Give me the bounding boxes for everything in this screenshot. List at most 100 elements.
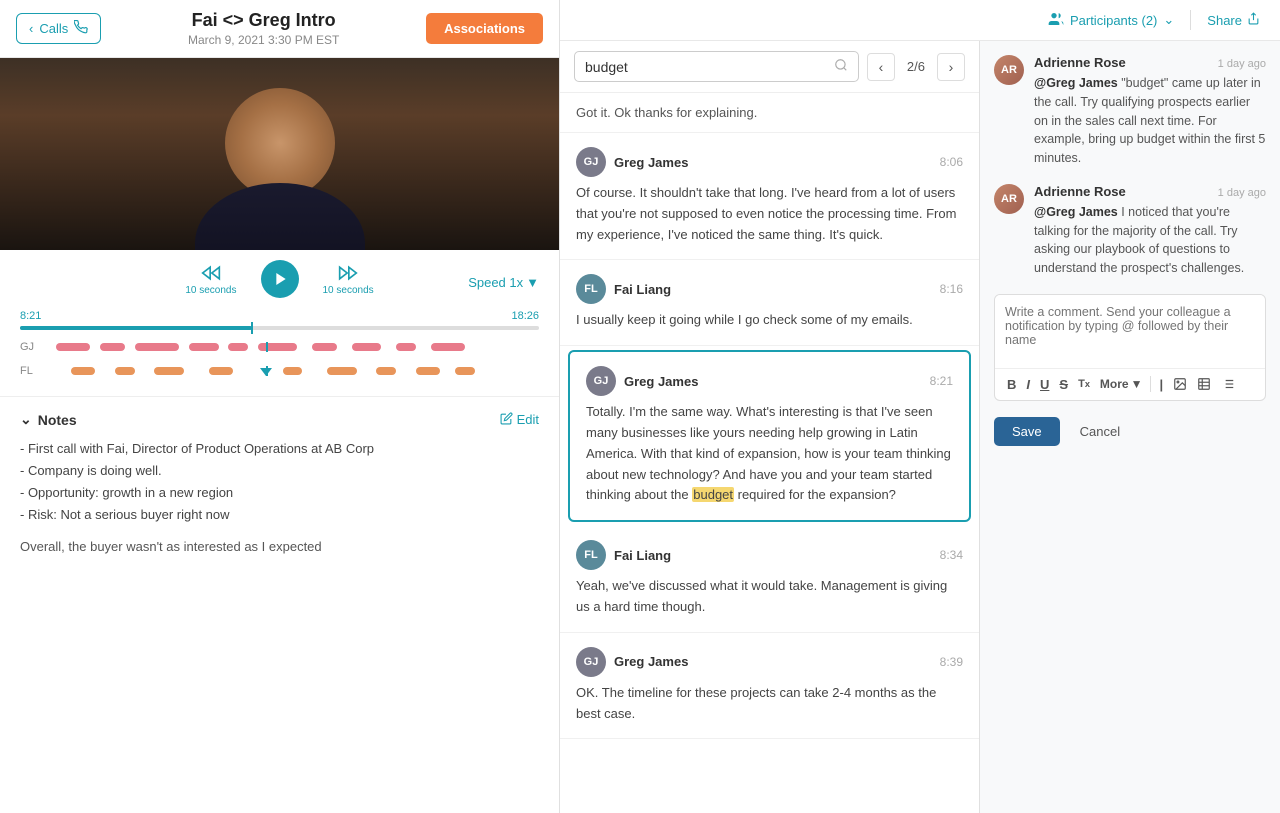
image-button[interactable] (1169, 375, 1191, 393)
msg-time-5: 8:39 (940, 655, 963, 669)
transcript-panel: ‹ 2/6 › Got it. Ok thanks for explaining… (560, 41, 980, 813)
nav-controls: ‹ 2/6 › (867, 53, 965, 81)
edit-button[interactable]: Edit (500, 412, 539, 428)
participants-icon (1048, 11, 1064, 30)
note-line-1: - First call with Fai, Director of Produ… (20, 438, 539, 460)
list-button[interactable] (1217, 375, 1239, 393)
avatar-ar-1: AR (994, 55, 1024, 85)
rewind-button[interactable]: 10 seconds (185, 263, 236, 296)
avatar-gj-3: GJ (586, 366, 616, 396)
call-date: March 9, 2021 3:30 PM EST (117, 33, 410, 47)
call-title: Fai <> Greg Intro (117, 10, 410, 31)
comment-text-2: @Greg James I noticed that you're talkin… (1034, 203, 1266, 278)
participants-button[interactable]: Participants (2) ⌄ (1048, 11, 1174, 30)
strikethrough-button[interactable]: S (1055, 375, 1072, 394)
clear-format-button[interactable]: Tx (1074, 376, 1094, 392)
bold-button[interactable]: B (1003, 375, 1020, 394)
gj-seg-5 (228, 343, 248, 351)
gj-speaker-row: GJ (20, 338, 539, 356)
comments-panel: AR Adrienne Rose 1 day ago @Greg James "… (980, 41, 1280, 813)
more-format-button[interactable]: More ▼ (1096, 375, 1147, 393)
save-button[interactable]: Save (994, 417, 1060, 446)
comment-toolbar: B I U S Tx More ▼ | (995, 368, 1265, 400)
gj-seg-9 (396, 343, 416, 351)
progress-bar[interactable] (20, 326, 539, 330)
msg-name-5: Greg James (614, 654, 932, 669)
avatar-fl-2: FL (576, 274, 606, 304)
msg-header-1: GJ Greg James 8:06 (576, 147, 963, 177)
table-button[interactable] (1193, 375, 1215, 393)
plain-message: Got it. Ok thanks for explaining. (560, 93, 979, 133)
call-title-block: Fai <> Greg Intro March 9, 2021 3:30 PM … (117, 10, 410, 47)
forward-button[interactable]: 10 seconds (323, 263, 374, 296)
nav-count: 2/6 (903, 59, 929, 74)
next-result-button[interactable]: › (937, 53, 965, 81)
avatar-gj-5: GJ (576, 647, 606, 677)
msg-name-2: Fai Liang (614, 282, 932, 297)
chevron-down-icon-more: ▼ (1131, 377, 1143, 391)
gj-seg-7 (312, 343, 337, 351)
fl-seg-6 (327, 367, 357, 375)
phone-icon (74, 20, 88, 37)
msg-header-2: FL Fai Liang 8:16 (576, 274, 963, 304)
fl-seg-5 (283, 367, 303, 375)
msg-header-4: FL Fai Liang 8:34 (576, 540, 963, 570)
content-area: ‹ 2/6 › Got it. Ok thanks for explaining… (560, 41, 1280, 813)
fl-seg-1 (71, 367, 96, 375)
fl-speaker-row: FL (20, 362, 539, 380)
commenter-name-2: Adrienne Rose (1034, 184, 1126, 199)
playback-controls: 10 seconds 10 seconds (185, 260, 373, 298)
share-button[interactable]: Share (1207, 12, 1260, 28)
comment-textarea[interactable] (995, 295, 1265, 365)
msg-time-2: 8:16 (940, 282, 963, 296)
play-button[interactable] (261, 260, 299, 298)
comment-box: B I U S Tx More ▼ | (994, 294, 1266, 401)
person-video (0, 58, 559, 250)
gj-seg-2 (100, 343, 125, 351)
chevron-down-icon-participants: ⌄ (1163, 12, 1174, 28)
avatar-gj-1: GJ (576, 147, 606, 177)
search-input[interactable] (585, 59, 828, 75)
comment-body-2: Adrienne Rose 1 day ago @Greg James I no… (1034, 184, 1266, 278)
msg-time-3: 8:21 (930, 374, 953, 388)
link-button[interactable]: | (1155, 375, 1167, 394)
fl-seg-8 (416, 367, 441, 375)
avatar-ar-2: AR (994, 184, 1024, 214)
search-bar: ‹ 2/6 › (560, 41, 979, 93)
comment-block-2: AR Adrienne Rose 1 day ago @Greg James I… (994, 184, 1266, 278)
gj-playhead (266, 342, 268, 352)
comment-actions: Save Cancel (994, 417, 1266, 446)
msg-name-3: Greg James (624, 374, 922, 389)
italic-button[interactable]: I (1022, 375, 1034, 394)
prev-result-button[interactable]: ‹ (867, 53, 895, 81)
fl-track (46, 366, 539, 376)
fl-seg-9 (455, 367, 475, 375)
progress-fill (20, 326, 252, 330)
msg-header-3: GJ Greg James 8:21 (586, 366, 953, 396)
calls-button[interactable]: ‹ Calls (16, 13, 101, 44)
controls-area: 10 seconds 10 seconds Speed 1x ▼ (0, 250, 559, 310)
transcript-item-1: GJ Greg James 8:06 Of course. It shouldn… (560, 133, 979, 260)
top-bar: ‹ Calls Fai <> Greg Intro March 9, 2021 … (0, 0, 559, 58)
speed-button[interactable]: Speed 1x ▼ (468, 275, 539, 290)
msg-name-1: Greg James (614, 155, 932, 170)
note-line-3: - Opportunity: growth in a new region (20, 482, 539, 504)
msg-header-5: GJ Greg James 8:39 (576, 647, 963, 677)
transcript-scroll[interactable]: Got it. Ok thanks for explaining. GJ Gre… (560, 93, 979, 813)
gj-seg-6 (258, 343, 297, 351)
msg-time-1: 8:06 (940, 155, 963, 169)
fl-segments (46, 366, 539, 376)
comment-text-1: @Greg James "budget" came up later in th… (1034, 74, 1266, 168)
edit-icon (500, 412, 513, 428)
notes-area: ⌄ Notes Edit - First call with Fai, Dire… (0, 396, 559, 813)
note-line-2: - Company is doing well. (20, 460, 539, 482)
current-time: 8:21 (20, 310, 41, 322)
underline-button[interactable]: U (1036, 375, 1053, 394)
cancel-button[interactable]: Cancel (1068, 417, 1132, 446)
gj-label: GJ (20, 341, 38, 353)
chevron-down-icon-notes: ⌄ (20, 411, 32, 428)
gj-track (46, 342, 539, 352)
notes-title: ⌄ Notes (20, 411, 77, 428)
commenter-name-1: Adrienne Rose (1034, 55, 1126, 70)
associations-button[interactable]: Associations (426, 13, 543, 44)
